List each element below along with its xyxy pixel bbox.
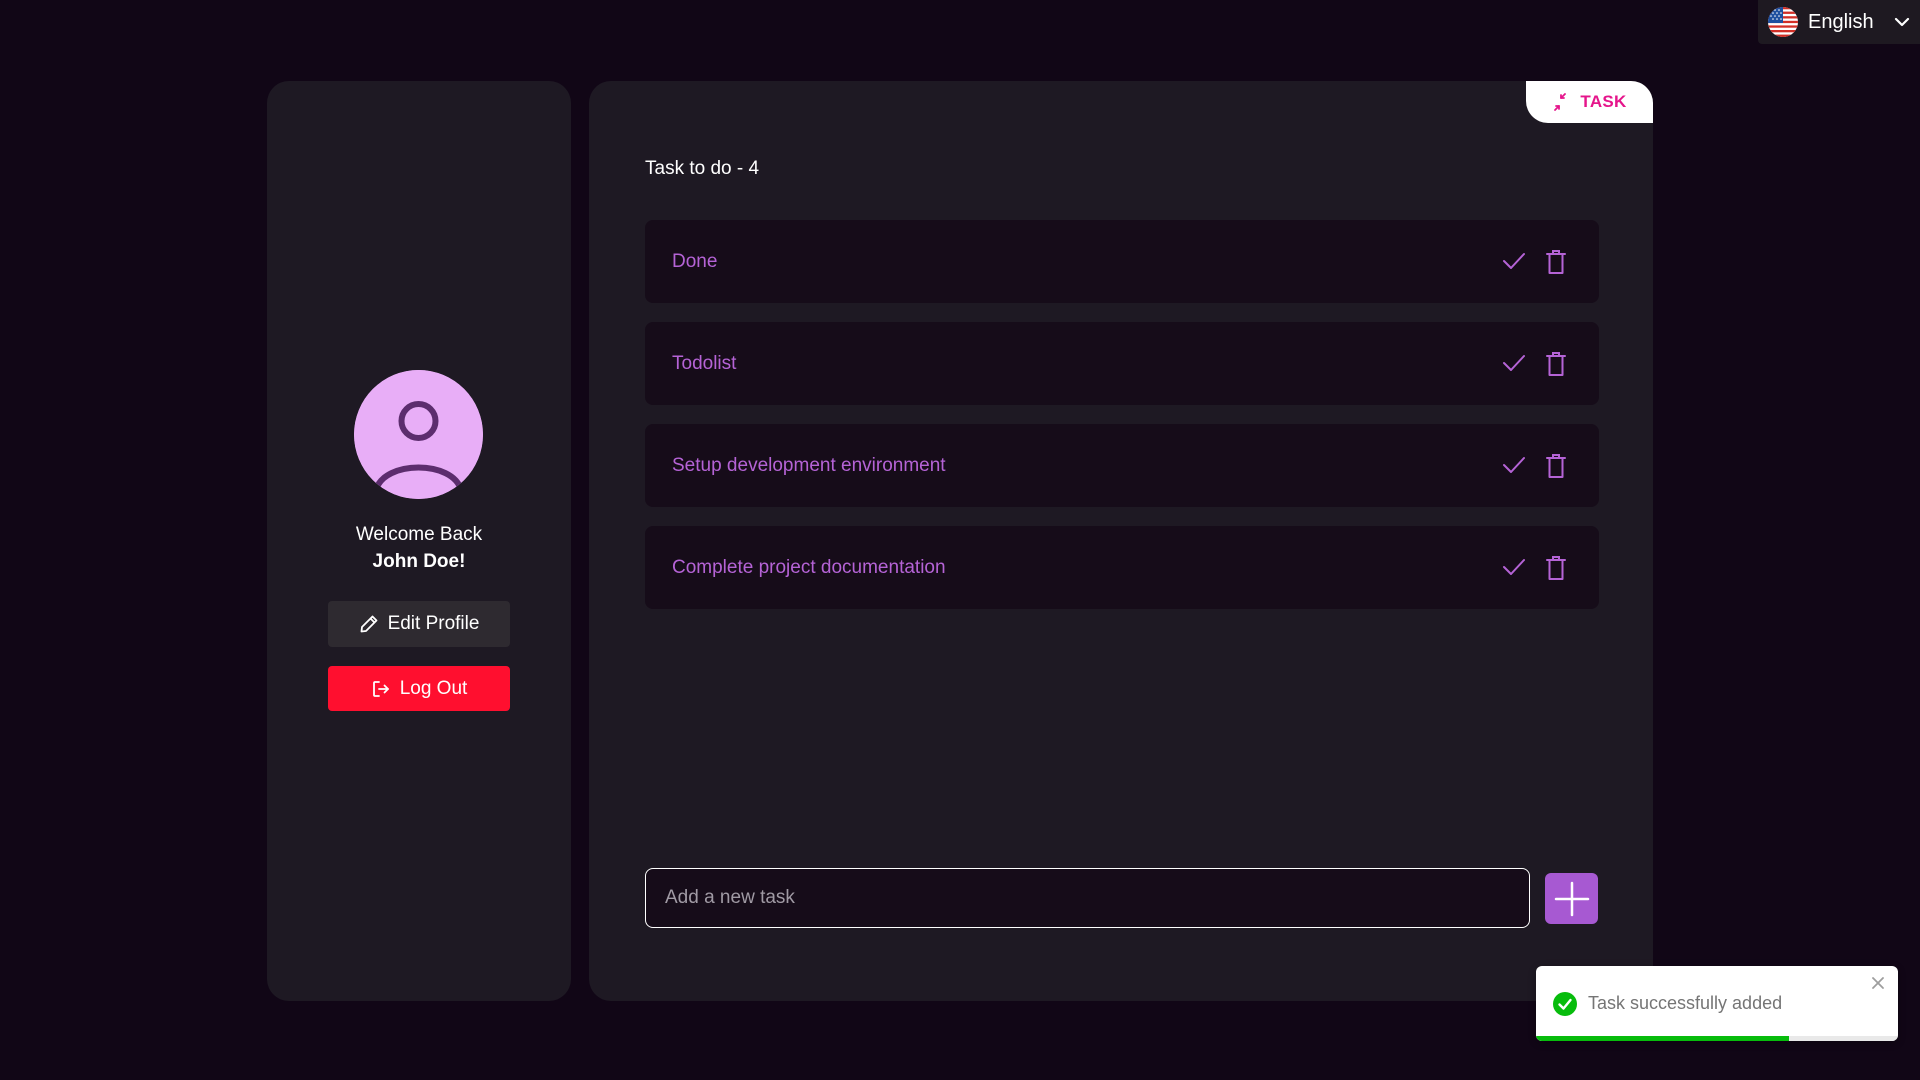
task-item: Todolist [645,322,1599,405]
edit-profile-button[interactable]: Edit Profile [328,601,510,647]
pencil-icon [360,615,377,633]
logout-icon [372,680,389,697]
task-list: Done Todolist Setup development environm [645,220,1599,628]
task-item: Setup development environment [645,424,1599,507]
check-circle-icon [1553,992,1577,1016]
task-text: Setup development environment [672,454,946,476]
welcome-text: Welcome Back [355,524,483,545]
app-root: English Welcome Back John Doe! Edit Prof… [0,0,1920,1080]
language-label: English [1808,10,1874,33]
close-icon[interactable] [1871,976,1885,990]
trash-icon[interactable] [1546,555,1566,581]
logout-label: Log Out [399,677,468,699]
toast-progress-track [1536,1036,1898,1041]
chevron-down-icon [1894,17,1910,27]
profile-card: Welcome Back John Doe! Edit Profile Log … [267,81,571,1001]
task-panel: TASK Task to do - 4 Done Todolist Setup … [589,81,1653,1001]
user-icon [354,370,483,499]
task-text: Complete project documentation [672,556,946,578]
username: John Doe! [372,551,466,572]
plus-icon [1554,881,1589,916]
check-icon[interactable] [1501,555,1527,579]
collapse-arrows-icon [1554,93,1567,111]
new-task-input[interactable] [645,868,1530,928]
check-icon[interactable] [1501,453,1527,477]
task-count-heading: Task to do - 4 [645,158,760,179]
logout-button[interactable]: Log Out [328,666,510,711]
task-tab-label: TASK [1580,92,1627,111]
success-toast: Task successfully added [1536,966,1898,1041]
check-icon[interactable] [1501,351,1527,375]
task-text: Done [672,250,718,272]
us-flag-icon [1768,7,1798,37]
language-selector[interactable]: English [1758,0,1920,44]
toast-progress-bar [1536,1036,1790,1041]
add-task-button[interactable] [1545,873,1598,924]
avatar [354,370,483,499]
task-item: Done [645,220,1599,303]
edit-profile-label: Edit Profile [387,613,480,634]
task-item: Complete project documentation [645,526,1599,609]
trash-icon[interactable] [1546,249,1566,275]
task-text: Todolist [672,352,737,374]
check-icon[interactable] [1501,249,1527,273]
trash-icon[interactable] [1546,351,1566,377]
trash-icon[interactable] [1546,453,1566,479]
task-tab[interactable]: TASK [1526,81,1653,123]
toast-message: Task successfully added [1588,993,1783,1013]
